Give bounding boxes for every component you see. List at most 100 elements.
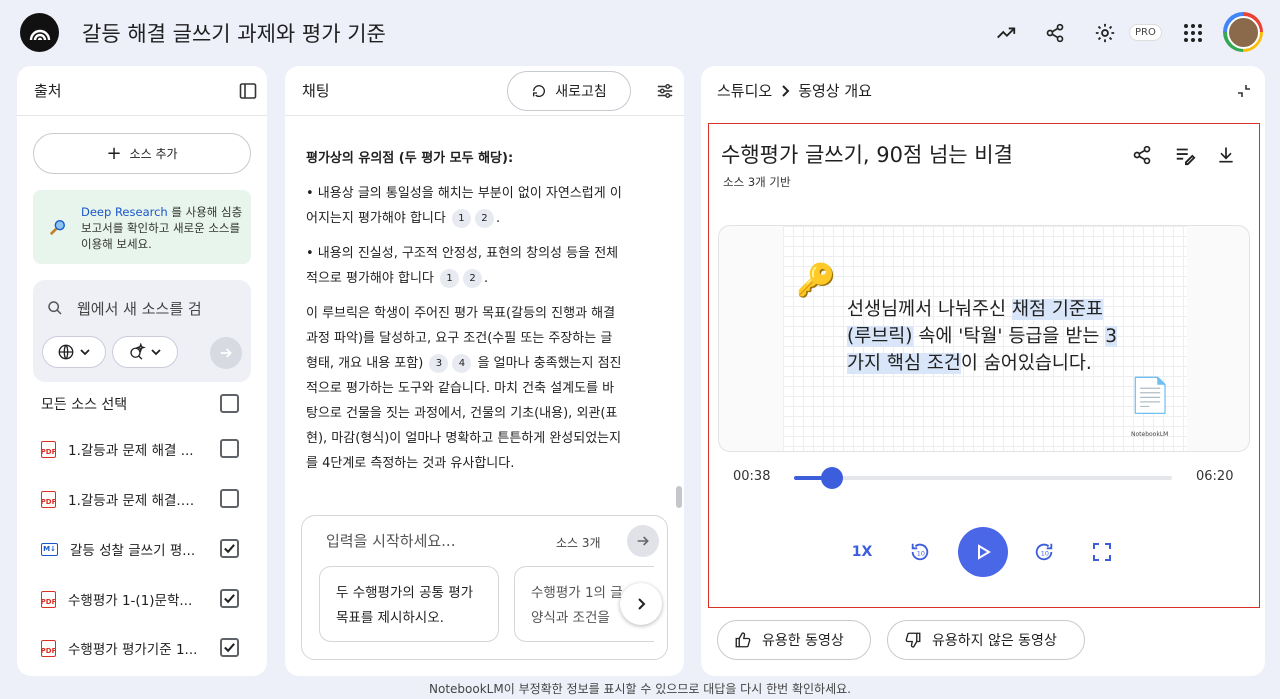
breadcrumb-studio[interactable]: 스튜디오: [717, 80, 772, 101]
pdf-file-icon: PDF: [41, 590, 56, 608]
notebooklm-logo-icon[interactable]: [20, 13, 59, 52]
search-submit-button[interactable]: [210, 337, 242, 369]
deep-research-banner[interactable]: Deep Research 를 사용해 심층 보고서를 확인하고 새로운 소스를…: [33, 190, 251, 264]
download-icon[interactable]: [1213, 142, 1239, 168]
chat-title: 채팅: [302, 82, 330, 100]
progress-handle[interactable]: [820, 467, 843, 489]
source-name: 수행평가 1-(1)문학...: [68, 593, 193, 609]
forward-10-icon[interactable]: 10: [1032, 540, 1056, 564]
chat-settings-icon[interactable]: [656, 82, 674, 104]
settings-gear-icon[interactable]: [1092, 20, 1118, 46]
pdf-file-icon: PDF: [41, 490, 56, 508]
source-checkbox[interactable]: [220, 638, 239, 657]
response-paragraph-2: • 내용의 진실성, 구조적 안정성, 표현의 창의성 등을 전체적으로 평가해…: [306, 246, 619, 288]
dislike-button[interactable]: 유용하지 않은 동영상: [887, 620, 1085, 660]
like-label: 유용한 동영상: [762, 633, 844, 649]
response-text: • 내용의 진실성, 구조적 안정성, 표현의 창의성 등을 전체적으로 평가해…: [306, 246, 619, 286]
select-all-label: 모든 소스 선택: [41, 397, 128, 413]
response-text: 을 얼마나 충족했는지 점진적으로 평가하는 도구와 같습니다. 마치 건축 설…: [306, 356, 622, 471]
breadcrumb-video-overview: 동영상 개요: [798, 82, 872, 100]
source-checkbox[interactable]: [220, 589, 239, 608]
breadcrumb: 스튜디오 동영상 개요: [717, 80, 872, 101]
sources-header: 출처: [17, 66, 267, 116]
source-count: 소스 3개: [556, 536, 601, 550]
video-title: 수행평가 글쓰기, 90점 넘는 비결: [721, 143, 1013, 167]
checkmark-icon: [224, 544, 235, 554]
fullscreen-icon[interactable]: [1090, 540, 1114, 564]
like-button[interactable]: 유용한 동영상: [717, 620, 871, 660]
thumbs-up-icon: [735, 632, 751, 648]
source-item[interactable]: PDF 수행평가 평가기준 1...: [41, 633, 241, 663]
svg-text:10: 10: [917, 550, 925, 558]
source-name: 1.갈등과 문제 해결.p...: [68, 493, 201, 509]
source-checkbox[interactable]: [220, 489, 239, 508]
share-icon[interactable]: [1129, 142, 1155, 168]
thumbs-down-icon: [905, 632, 921, 648]
video-source-info: 소스 3개 기반: [723, 175, 791, 189]
slide-text-part: 이 숨어있습니다.: [960, 353, 1092, 374]
add-source-button[interactable]: + 소스 추가: [33, 133, 251, 174]
citation-chip[interactable]: 2: [463, 269, 483, 288]
chat-input[interactable]: 입력을 시작하세요...: [326, 530, 455, 551]
globe-icon: [58, 344, 74, 360]
select-all-checkbox[interactable]: [220, 394, 239, 413]
notebooklm-watermark: NotebookLM: [1131, 431, 1169, 438]
pdf-file-icon: PDF: [41, 440, 56, 458]
rewind-10-icon[interactable]: 10: [908, 540, 932, 564]
web-source-type-dropdown[interactable]: [42, 336, 106, 368]
next-suggestions-button[interactable]: [620, 583, 662, 625]
sparkle-search-icon: [130, 343, 146, 360]
apps-grid-icon[interactable]: [1180, 20, 1206, 46]
response-paragraph-3: 이 루브릭은 학생이 주어진 평가 목표(갈등의 진행과 해결 과정 파악)를 …: [306, 301, 626, 476]
add-source-label: 소스 추가: [129, 147, 178, 161]
chat-scrollbar[interactable]: [676, 486, 682, 508]
source-item[interactable]: PDF 1.갈등과 문제 해결 ...: [41, 434, 241, 464]
suggested-question[interactable]: 두 수행평가의 공통 평가 목표를 제시하시오.: [319, 566, 499, 642]
pro-badge: PRO: [1129, 24, 1162, 41]
video-player[interactable]: 🔑 선생님께서 나눠주신 채점 기준표 (루브릭) 속에 '탁월' 등급을 받는…: [718, 225, 1250, 452]
document-icon: 📄: [1129, 376, 1172, 416]
slide-text: 선생님께서 나눠주신 채점 기준표 (루브릭) 속에 '탁월' 등급을 받는 3…: [847, 296, 1127, 377]
source-item[interactable]: M↓ 갈등 성찰 글쓰기 평...: [41, 534, 241, 564]
analytics-icon[interactable]: [993, 20, 1019, 46]
playback-speed-button[interactable]: 1X: [849, 540, 875, 564]
notebook-title[interactable]: 갈등 해결 글쓰기 과제와 평가 기준: [82, 18, 386, 48]
source-checkbox[interactable]: [220, 539, 239, 558]
search-input[interactable]: 웹에서 새 소스를 검: [77, 298, 202, 319]
collapse-icon[interactable]: [1237, 83, 1251, 102]
citation-chip[interactable]: 3: [429, 354, 449, 373]
play-button[interactable]: [958, 527, 1008, 577]
current-time: 00:38: [733, 469, 771, 484]
chat-input-box: 입력을 시작하세요... 소스 3개 두 수행평가의 공통 평가 목표를 제시하…: [301, 515, 668, 660]
chat-response: 평가상의 유의점 (두 평가 모두 해당): • 내용상 글의 통일성을 해치는…: [306, 146, 626, 486]
share-icon[interactable]: [1042, 20, 1068, 46]
citation-chip[interactable]: 1: [451, 209, 471, 228]
source-name: 수행평가 평가기준 1...: [68, 642, 198, 658]
arrow-right-icon: [637, 536, 649, 546]
user-avatar[interactable]: [1223, 12, 1263, 52]
citation-chip[interactable]: 4: [452, 354, 472, 373]
source-item[interactable]: PDF 1.갈등과 문제 해결.p...: [41, 484, 241, 514]
citation-chip[interactable]: 1: [440, 269, 460, 288]
collapse-panel-icon[interactable]: [239, 82, 257, 104]
progress-bar[interactable]: [794, 467, 1172, 489]
pdf-file-icon: PDF: [41, 639, 56, 657]
refresh-label: 새로고침: [555, 84, 607, 100]
disclaimer-footer: NotebookLM이 부정확한 정보를 표시할 수 있으므로 대답을 다시 한…: [429, 682, 851, 696]
deep-research-link[interactable]: Deep Research: [81, 205, 168, 219]
key-icon: 🔑: [796, 261, 836, 299]
refresh-button[interactable]: 새로고침: [507, 71, 631, 111]
research-mode-dropdown[interactable]: [112, 336, 178, 368]
response-paragraph-1: • 내용상 글의 통일성을 해치는 부분이 없이 자연스럽게 이어지는지 평가해…: [306, 186, 622, 228]
chevron-right-icon: [782, 84, 790, 97]
source-checkbox[interactable]: [220, 439, 239, 458]
citation-chip[interactable]: 2: [474, 209, 494, 228]
slide-text-part: 선생님께서 나눠주신: [847, 299, 1012, 320]
checkmark-icon: [224, 594, 235, 604]
source-item[interactable]: PDF 수행평가 1-(1)문학...: [41, 584, 241, 614]
chevron-down-icon: [80, 349, 90, 356]
search-icon: [47, 300, 63, 320]
send-button[interactable]: [627, 525, 659, 557]
edit-notes-icon[interactable]: [1172, 142, 1198, 168]
chat-header: 채팅 새로고침: [285, 66, 684, 116]
